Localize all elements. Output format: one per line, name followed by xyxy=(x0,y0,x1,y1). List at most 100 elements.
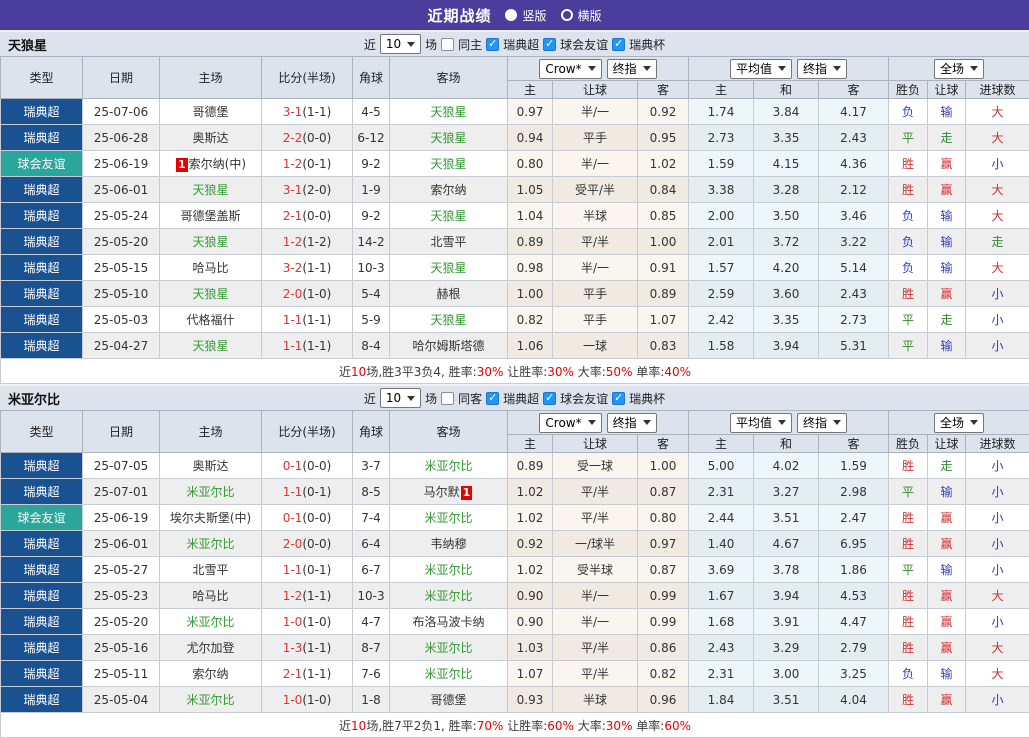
avg-odds-cell: 2.31 xyxy=(689,661,754,687)
bookmaker-select[interactable]: Crow* xyxy=(539,59,601,79)
home-team-cell: 天狼星 xyxy=(160,281,262,307)
column-header: 类型 xyxy=(1,411,83,453)
result-flag: 平 xyxy=(902,485,914,499)
avg-odds-cell: 3.35 xyxy=(754,307,819,333)
league-checkbox-0[interactable] xyxy=(486,38,499,51)
column-header: 客 xyxy=(638,435,689,453)
result-flag: 大 xyxy=(992,641,1004,655)
league-checkbox-1[interactable] xyxy=(543,392,556,405)
away-team-cell: 天狼星 xyxy=(390,203,508,229)
away-team-cell: 米亚尔比 xyxy=(390,505,508,531)
result-flag: 负 xyxy=(902,235,914,249)
result-flag: 赢 xyxy=(941,589,953,603)
date-cell: 25-06-01 xyxy=(83,531,160,557)
result-cell: 小 xyxy=(966,151,1029,177)
result-flag: 胜 xyxy=(902,615,914,629)
date-cell: 25-06-28 xyxy=(83,125,160,151)
odds-cell: 0.97 xyxy=(508,99,553,125)
full-time-score: 1-1 xyxy=(283,339,303,353)
average-select[interactable]: 平均值 xyxy=(730,413,792,433)
match-type-cell: 瑞典超 xyxy=(1,255,83,281)
league-checkbox-0[interactable] xyxy=(486,392,499,405)
league-checkbox-1[interactable] xyxy=(543,38,556,51)
result-flag: 大 xyxy=(992,589,1004,603)
summary-text: 40% xyxy=(664,365,691,379)
away-team-cell: 北雪平 xyxy=(390,229,508,255)
league-checkbox-2[interactable] xyxy=(612,38,625,51)
index-type-select-2[interactable]: 终指 xyxy=(797,413,847,433)
result-flag: 负 xyxy=(902,105,914,119)
home-team-cell: 米亚尔比 xyxy=(160,687,262,713)
avg-odds-cell: 1.84 xyxy=(689,687,754,713)
result-flag: 平 xyxy=(902,339,914,353)
odds-cell: 0.90 xyxy=(508,583,553,609)
summary-text: 单率: xyxy=(632,365,664,379)
match-type-cell: 瑞典超 xyxy=(1,333,83,359)
result-flag: 大 xyxy=(992,209,1004,223)
away-team-cell: 米亚尔比 xyxy=(390,635,508,661)
odds-cell: 半球 xyxy=(553,687,638,713)
result-flag: 赢 xyxy=(941,693,953,707)
result-cell: 小 xyxy=(966,609,1029,635)
away-team-name: 天狼星 xyxy=(430,105,466,119)
near-label: 近 xyxy=(364,390,376,407)
scope-select[interactable]: 全场 xyxy=(934,413,984,433)
full-time-score: 1-2 xyxy=(283,235,303,249)
result-cell: 走 xyxy=(928,307,966,333)
score-cell: 2-0(0-0) xyxy=(262,531,353,557)
result-cell: 赢 xyxy=(928,687,966,713)
column-header: 比分(半场) xyxy=(262,411,353,453)
column-header: 进球数 xyxy=(966,81,1029,99)
summary-cell: 近10场,胜7平2负1, 胜率:70% 让胜率:60% 大率:30% 单率:60… xyxy=(1,713,1029,738)
score-cell: 1-1(1-1) xyxy=(262,333,353,359)
radio-horizontal[interactable]: 横版 xyxy=(561,7,602,24)
result-cell: 胜 xyxy=(889,151,928,177)
date-cell: 25-05-03 xyxy=(83,307,160,333)
table-row: 瑞典超25-05-04米亚尔比1-0(1-0)1-8哥德堡0.93半球0.961… xyxy=(1,687,1029,713)
match-count-select[interactable]: 10 xyxy=(380,34,421,54)
odds-cell: 1.02 xyxy=(638,151,689,177)
league-checkbox-2[interactable] xyxy=(612,392,625,405)
avg-odds-cell: 3.27 xyxy=(754,479,819,505)
match-count-select[interactable]: 10 xyxy=(380,388,421,408)
bookmaker-select-value: Crow* xyxy=(545,416,581,430)
same-venue-checkbox[interactable] xyxy=(441,38,454,51)
result-flag: 赢 xyxy=(941,511,953,525)
full-time-score: 2-0 xyxy=(283,537,303,551)
result-flag: 赢 xyxy=(941,183,953,197)
summary-text: 单率: xyxy=(632,719,664,733)
index-type-select[interactable]: 终指 xyxy=(607,413,657,433)
result-cell: 胜 xyxy=(889,635,928,661)
result-flag: 赢 xyxy=(941,641,953,655)
match-type-cell: 球会友谊 xyxy=(1,151,83,177)
avg-odds-cell: 6.95 xyxy=(819,531,889,557)
index-type-select-2[interactable]: 终指 xyxy=(797,59,847,79)
odds-cell: 0.82 xyxy=(508,307,553,333)
index-type-select[interactable]: 终指 xyxy=(607,59,657,79)
result-cell: 大 xyxy=(966,203,1029,229)
score-cell: 1-1(0-1) xyxy=(262,479,353,505)
result-flag: 输 xyxy=(941,235,953,249)
radio-vertical[interactable]: 竖版 xyxy=(505,7,546,24)
summary-text: 10 xyxy=(351,719,366,733)
scope-select[interactable]: 全场 xyxy=(934,59,984,79)
average-select[interactable]: 平均值 xyxy=(730,59,792,79)
corner-cell: 7-6 xyxy=(353,661,390,687)
result-cell: 赢 xyxy=(928,635,966,661)
same-venue-checkbox[interactable] xyxy=(441,392,454,405)
half-time-score: (0-0) xyxy=(302,209,331,223)
result-cell: 平 xyxy=(889,125,928,151)
odds-cell: 受一球 xyxy=(553,453,638,479)
result-cell: 平 xyxy=(889,557,928,583)
column-header: 主 xyxy=(689,435,754,453)
odds-cell: 平/半 xyxy=(553,661,638,687)
column-header: 胜负 xyxy=(889,81,928,99)
table-row: 瑞典超25-06-01天狼星3-1(2-0)1-9索尔纳1.05受平/半0.84… xyxy=(1,177,1029,203)
result-cell: 负 xyxy=(889,661,928,687)
column-header: 客场 xyxy=(390,411,508,453)
chevron-down-icon xyxy=(833,66,841,71)
scope-header-group: 全场 xyxy=(889,411,1029,435)
bookmaker-select[interactable]: Crow* xyxy=(539,413,601,433)
result-cell: 平 xyxy=(889,333,928,359)
away-team-cell: 米亚尔比 xyxy=(390,557,508,583)
